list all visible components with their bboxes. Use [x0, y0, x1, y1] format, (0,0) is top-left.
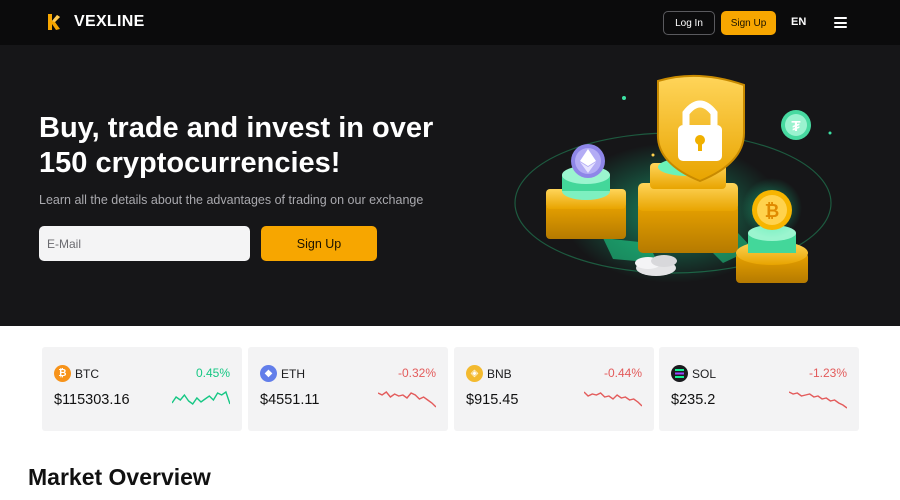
ticker-change: 0.45% — [195, 366, 230, 380]
ticker-sparkline — [789, 391, 847, 409]
ethereum-icon: ◆ — [260, 365, 277, 382]
ticker-sparkline — [584, 391, 642, 407]
hero-title: Buy, trade and invest in over 150 crypto… — [39, 112, 434, 179]
ticker-symbol: BTC — [75, 367, 99, 381]
ticker-price: $915.45 — [466, 392, 519, 408]
ticker-price: $4551.11 — [260, 392, 320, 408]
ticker-card-bnb[interactable]: ◈ BNB -0.44% $915.45 — [454, 347, 654, 431]
ticker-symbol: SOL — [692, 367, 717, 381]
ticker-change: -0.44% — [603, 366, 642, 380]
solana-icon — [671, 365, 688, 382]
bnb-icon: ◈ — [466, 365, 483, 382]
ticker-card-sol[interactable]: SOL -1.23% $235.2 — [659, 347, 859, 431]
svg-text:₿: ₿ — [765, 201, 780, 221]
brand-logo-link[interactable]: VEXLINE — [44, 12, 145, 32]
brand-name: VEXLINE — [74, 13, 145, 30]
ticker-price: $235.2 — [671, 392, 716, 408]
ticker-sparkline — [378, 391, 436, 408]
bitcoin-icon: ₿ — [54, 365, 71, 382]
ticker-card-btc[interactable]: ₿ BTC 0.45% $115303.16 — [42, 347, 242, 431]
hero-section: Buy, trade and invest in over 150 crypto… — [0, 45, 900, 326]
signup-button-header[interactable]: Sign Up — [721, 11, 776, 35]
svg-text:₮: ₮ — [791, 118, 800, 135]
language-selector[interactable]: EN — [791, 16, 806, 28]
brand-logo-icon — [48, 14, 60, 30]
hero-subtitle: Learn all the details about the advantag… — [39, 193, 424, 207]
ticker-change: -1.23% — [808, 366, 847, 380]
ticker-price: $115303.16 — [54, 392, 130, 408]
email-input[interactable] — [39, 226, 250, 261]
ticker-sparkline — [172, 390, 230, 405]
ticker-symbol: ETH — [281, 367, 305, 381]
crypto-security-illustration: ₿ ₮ — [514, 74, 832, 283]
ticker-change: -0.32% — [397, 366, 436, 380]
ticker-symbol: BNB — [487, 367, 512, 381]
login-button[interactable]: Log In — [663, 11, 715, 35]
hamburger-menu-icon[interactable] — [834, 17, 847, 28]
top-navbar: VEXLINE Log In Sign Up EN — [0, 0, 900, 45]
signup-button-hero[interactable]: Sign Up — [261, 226, 377, 261]
ticker-strip: ₿ BTC 0.45% $115303.16 ◆ ETH -0.32% $455… — [0, 326, 900, 446]
market-overview-heading: Market Overview — [28, 464, 211, 490]
ticker-card-eth[interactable]: ◆ ETH -0.32% $4551.11 — [248, 347, 448, 431]
